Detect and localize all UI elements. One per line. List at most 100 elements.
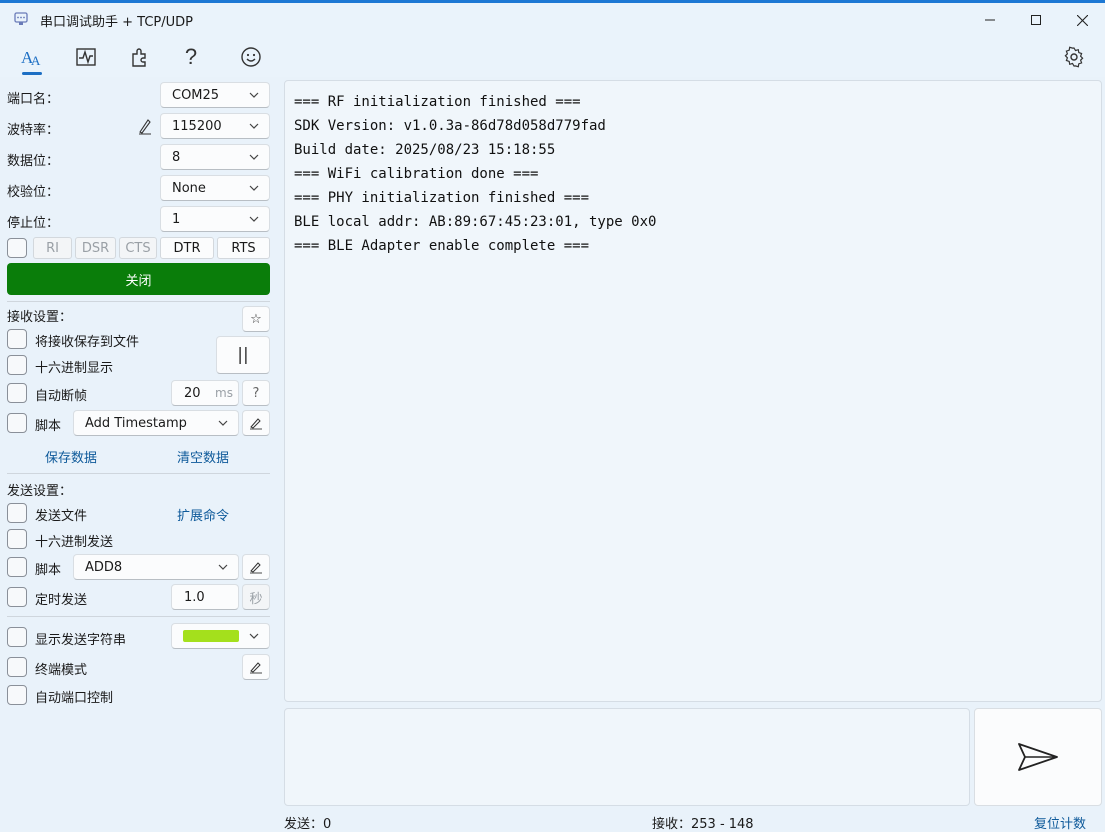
frame-timeout-input[interactable]: 20 ms bbox=[171, 380, 239, 406]
clear-data-button[interactable]: 清空数据 bbox=[177, 447, 229, 466]
frame-timeout-unit: ms bbox=[215, 386, 233, 400]
help-icon[interactable]: ? bbox=[176, 43, 206, 71]
show-send-string-checkbox[interactable] bbox=[7, 627, 27, 647]
receive-settings-header: 接收设置： bbox=[7, 310, 73, 325]
chevron-down-icon bbox=[249, 154, 259, 160]
port-value: COM25 bbox=[172, 87, 220, 103]
timed-send-checkbox[interactable] bbox=[7, 587, 27, 607]
timed-send-interval-value: 1.0 bbox=[184, 589, 205, 605]
output-line: Build date: 2025/08/23 15:18:55 bbox=[294, 142, 556, 158]
save-to-file-checkbox[interactable] bbox=[7, 329, 27, 349]
rts-button[interactable]: RTS bbox=[217, 237, 270, 259]
hex-send-checkbox[interactable] bbox=[7, 529, 27, 549]
receive-script-select[interactable]: Add Timestamp bbox=[73, 410, 239, 436]
divider bbox=[7, 616, 270, 617]
show-send-string-label: 显示发送字符串 bbox=[35, 633, 127, 648]
send-script-label: 脚本 bbox=[35, 563, 62, 578]
port-select[interactable]: COM25 bbox=[160, 82, 270, 108]
timed-send-unit-label: 秒 bbox=[249, 591, 263, 607]
chevron-down-icon bbox=[249, 216, 259, 222]
plugin-icon[interactable] bbox=[124, 43, 154, 71]
edit-pen-icon[interactable] bbox=[137, 117, 153, 135]
output-line: === PHY initialization finished === bbox=[294, 190, 590, 206]
baud-label: 波特率： bbox=[7, 123, 60, 138]
output-line: === BLE Adapter enable complete === bbox=[294, 238, 590, 254]
smiley-icon[interactable] bbox=[236, 43, 266, 71]
maximize-button[interactable] bbox=[1013, 3, 1059, 37]
terminal-mode-label: 终端模式 bbox=[35, 663, 88, 678]
timed-send-interval-input[interactable]: 1.0 bbox=[171, 584, 239, 610]
receive-script-value: Add Timestamp bbox=[85, 415, 187, 431]
active-tab-indicator bbox=[22, 72, 42, 75]
chevron-down-icon bbox=[218, 420, 228, 426]
chevron-down-icon bbox=[249, 92, 259, 98]
receive-script-edit-button[interactable] bbox=[242, 410, 270, 436]
toolbar: AA ? bbox=[0, 37, 1105, 77]
chevron-down-icon bbox=[249, 633, 259, 639]
edit-pen-icon bbox=[250, 562, 262, 574]
send-script-edit-button[interactable] bbox=[242, 554, 270, 580]
baud-select[interactable]: 115200 bbox=[160, 113, 270, 139]
received-count: 接收：253 - 148 bbox=[652, 817, 754, 832]
auto-port-control-checkbox[interactable] bbox=[7, 685, 27, 705]
window-title: 串口调试助手 + TCP/UDP bbox=[40, 15, 193, 30]
send-input[interactable] bbox=[284, 708, 970, 806]
pause-icon: || bbox=[237, 345, 249, 365]
close-port-button[interactable]: 关闭 bbox=[7, 263, 270, 295]
port-label: 端口名： bbox=[7, 92, 60, 107]
receive-script-label: 脚本 bbox=[35, 419, 62, 434]
save-to-file-label: 将接收保存到文件 bbox=[35, 335, 140, 350]
svg-text:A: A bbox=[31, 53, 41, 68]
timed-send-label: 定时发送 bbox=[35, 593, 88, 608]
send-color-select[interactable] bbox=[171, 623, 270, 649]
receive-script-checkbox[interactable] bbox=[7, 413, 27, 433]
waveform-chart-icon[interactable] bbox=[71, 43, 101, 71]
baud-value: 115200 bbox=[172, 118, 222, 134]
chevron-down-icon bbox=[249, 185, 259, 191]
color-swatch bbox=[183, 630, 239, 642]
cts-indicator: CTS bbox=[119, 237, 157, 259]
save-data-button[interactable]: 保存数据 bbox=[45, 447, 97, 466]
parity-select[interactable]: None bbox=[160, 175, 270, 201]
extended-commands-button[interactable]: 扩展命令 bbox=[177, 505, 229, 524]
stopbits-select[interactable]: 1 bbox=[160, 206, 270, 232]
pause-button[interactable]: || bbox=[216, 336, 270, 374]
dsr-indicator: DSR bbox=[75, 237, 116, 259]
send-script-checkbox[interactable] bbox=[7, 557, 27, 577]
output-line: === WiFi calibration done === bbox=[294, 166, 539, 182]
signal-checkbox[interactable] bbox=[7, 238, 27, 258]
minimize-button[interactable] bbox=[967, 3, 1013, 37]
frame-help-button[interactable]: ? bbox=[242, 380, 270, 406]
close-icon bbox=[1076, 14, 1088, 26]
send-file-checkbox[interactable] bbox=[7, 503, 27, 523]
terminal-mode-checkbox[interactable] bbox=[7, 657, 27, 677]
gear-icon[interactable] bbox=[1059, 43, 1089, 71]
receive-output[interactable]: === RF initialization finished === SDK V… bbox=[284, 80, 1102, 702]
edit-pen-icon bbox=[250, 418, 262, 430]
auto-frame-checkbox[interactable] bbox=[7, 383, 27, 403]
send-icon bbox=[1018, 743, 1058, 771]
close-window-button[interactable] bbox=[1059, 3, 1105, 37]
databits-value: 8 bbox=[172, 149, 181, 165]
output-line: SDK Version: v1.0.3a-86d78d058d779fad bbox=[294, 118, 606, 134]
edit-pen-icon bbox=[250, 662, 262, 674]
serial-port-icon bbox=[14, 12, 28, 25]
chevron-down-icon bbox=[218, 564, 228, 570]
title-bar: 串口调试助手 + TCP/UDP bbox=[0, 3, 1105, 37]
chevron-down-icon bbox=[249, 123, 259, 129]
output-line: BLE local addr: AB:89:67:45:23:01, type … bbox=[294, 214, 657, 230]
dtr-button[interactable]: DTR bbox=[160, 237, 214, 259]
hex-display-checkbox[interactable] bbox=[7, 355, 27, 375]
send-button[interactable] bbox=[974, 708, 1102, 806]
databits-select[interactable]: 8 bbox=[160, 144, 270, 170]
stopbits-value: 1 bbox=[172, 211, 181, 227]
help-icon: ? bbox=[252, 385, 260, 401]
frame-timeout-value: 20 bbox=[184, 385, 201, 401]
stopbits-label: 停止位： bbox=[7, 216, 60, 231]
favorite-button[interactable]: ☆ bbox=[242, 306, 270, 332]
font-style-icon[interactable]: AA bbox=[17, 43, 47, 71]
send-script-select[interactable]: ADD8 bbox=[73, 554, 239, 580]
reset-count-button[interactable]: 复位计数 bbox=[1034, 813, 1086, 832]
terminal-mode-edit-button[interactable] bbox=[242, 654, 270, 680]
hex-display-label: 十六进制显示 bbox=[35, 361, 114, 376]
